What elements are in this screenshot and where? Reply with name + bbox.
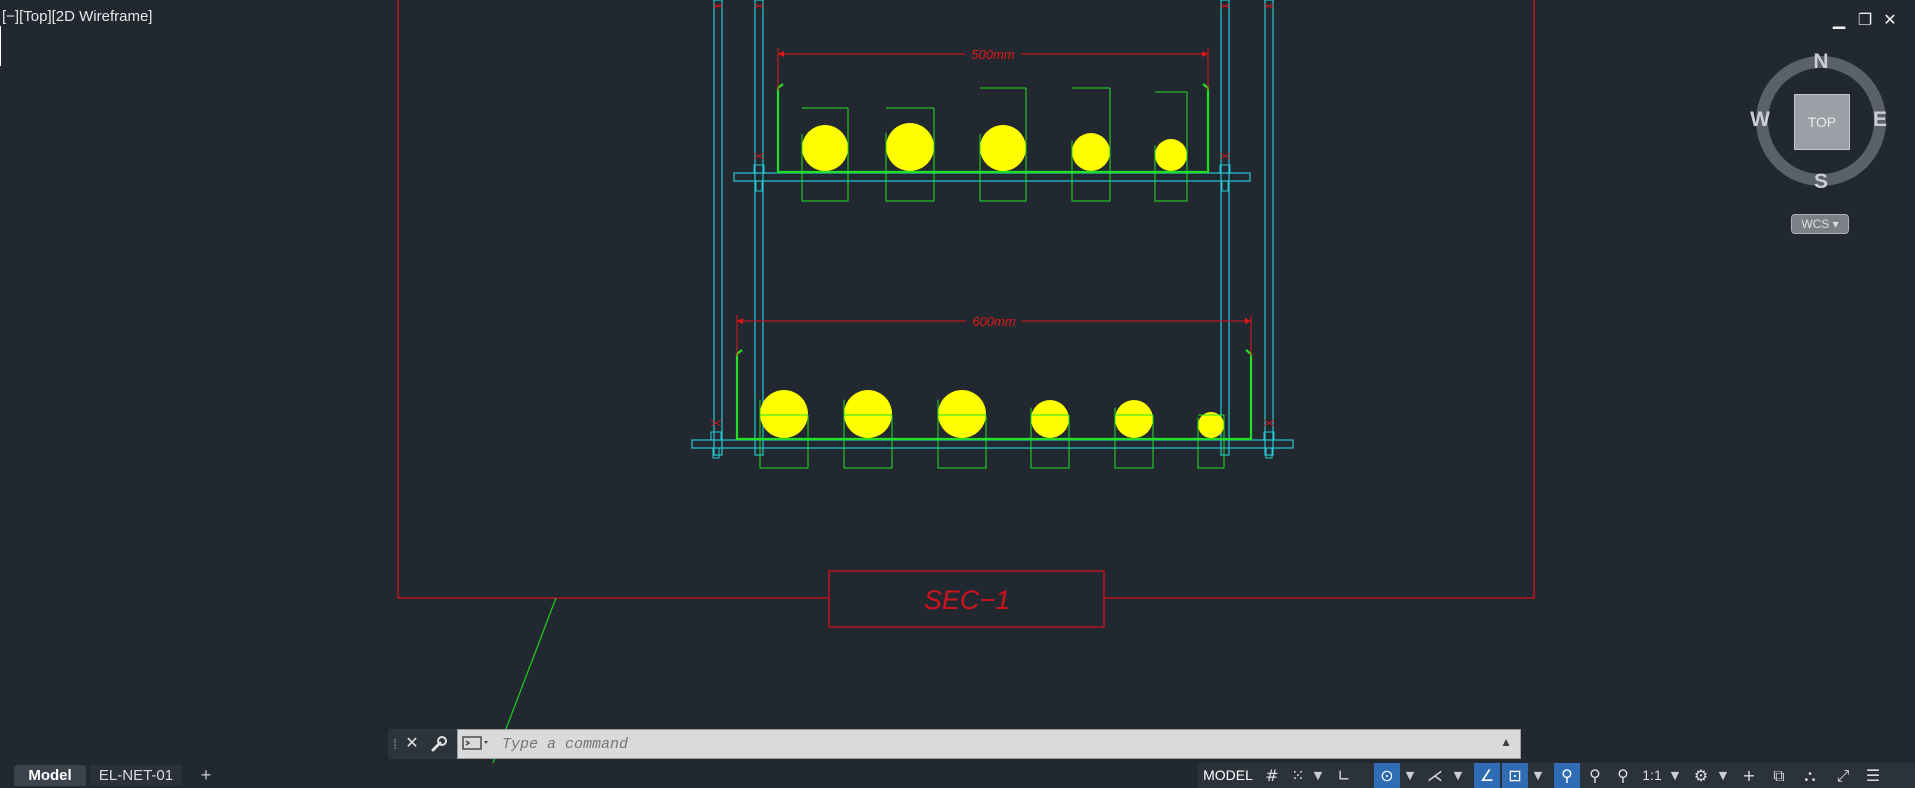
tray-support-channel: [733, 172, 1251, 182]
object-snap-dropdown-icon[interactable]: ▼: [1530, 763, 1546, 788]
workspace-gear-icon[interactable]: ⚙: [1688, 763, 1714, 788]
drawing-viewport[interactable]: SEC−1 500mm 600mm [−][Top][2D Wireframe] ▁…: [0, 0, 1915, 763]
tray-support-channel: [691, 439, 1294, 449]
tab-layout-el-net-01[interactable]: EL-NET-01: [90, 765, 182, 786]
close-icon[interactable]: ✕: [1880, 10, 1900, 30]
polar-tracking-icon[interactable]: ⊙: [1374, 763, 1400, 788]
rod-cross-mark: [710, 419, 722, 427]
cable: [980, 125, 1026, 171]
dimension-text: 600mm: [972, 314, 1016, 329]
viewcube-top-face[interactable]: TOP: [1794, 94, 1850, 150]
viewcube[interactable]: N S E W TOP: [1748, 50, 1894, 198]
cable: [760, 390, 808, 438]
cad-drawing[interactable]: SEC−1 500mm 600mm: [0, 0, 1915, 763]
isolate-objects-icon[interactable]: ⧉: [1766, 763, 1792, 788]
snap-icon[interactable]: ⁙: [1286, 763, 1310, 788]
rod-nut-mark: [1220, 3, 1230, 9]
annotation-scale-icon[interactable]: ⚲: [1610, 763, 1636, 788]
customization-menu-icon[interactable]: ☰: [1860, 763, 1886, 788]
annotation-monitor-icon[interactable]: +: [1736, 763, 1762, 788]
expand-history-icon[interactable]: ▲: [1500, 735, 1512, 749]
isodraft-dropdown-icon[interactable]: ▼: [1450, 763, 1466, 788]
restore-icon[interactable]: ❐: [1855, 10, 1875, 30]
rod-end: [1265, 447, 1273, 459]
workspace-dropdown-icon[interactable]: ▼: [1716, 763, 1730, 788]
scale-dropdown-icon[interactable]: ▼: [1668, 763, 1682, 788]
rod-nut: [710, 431, 722, 441]
object-snap-icon[interactable]: ⊡: [1502, 763, 1528, 788]
cable: [1072, 133, 1110, 171]
drawing-frame: [397, 0, 1535, 599]
snap-dropdown-icon[interactable]: ▼: [1310, 763, 1326, 788]
annotation-scale-value[interactable]: 1:1: [1638, 763, 1666, 788]
support-rod: [1264, 0, 1274, 456]
grid-icon[interactable]: #: [1260, 763, 1284, 788]
support-rod: [754, 0, 764, 456]
section-label: SEC−1: [924, 585, 1010, 615]
compass-east[interactable]: E: [1868, 108, 1892, 132]
support-rod: [1220, 0, 1230, 456]
rod-end: [1221, 180, 1229, 192]
auto-scale-icon[interactable]: ⚲: [1582, 763, 1608, 788]
command-history-icon[interactable]: [462, 734, 492, 754]
grip-icon[interactable]: ⁞: [390, 733, 400, 755]
compass-north[interactable]: N: [1809, 50, 1833, 74]
cable: [938, 390, 986, 438]
compass-south[interactable]: S: [1809, 170, 1833, 194]
command-input[interactable]: [502, 733, 1462, 755]
cable-tray: [735, 349, 1253, 441]
command-line[interactable]: ▲: [457, 729, 1521, 759]
clean-screen-icon[interactable]: ⤢: [1830, 763, 1856, 788]
compass-west[interactable]: W: [1748, 108, 1772, 132]
status-bar-tools: MODEL # ⁙ ▼ ∟ ⊙ ▼ ⋌ ▼ ∠ ⊡ ▼ ⚲ ⚲ ⚲ 1:1 ▼ …: [1198, 763, 1915, 788]
cable: [844, 390, 892, 438]
wcs-menu-button[interactable]: WCS ▾: [1791, 214, 1849, 234]
crosshair-cursor: [0, 26, 1, 66]
polar-dropdown-icon[interactable]: ▼: [1402, 763, 1418, 788]
object-snap-tracking-icon[interactable]: ∠: [1474, 763, 1500, 788]
cable: [1155, 139, 1187, 171]
rod-nut-mark: [1264, 3, 1274, 9]
dimension-text: 500mm: [971, 47, 1015, 62]
annotation-visibility-icon[interactable]: ⚲: [1554, 763, 1580, 788]
model-space-button[interactable]: MODEL: [1200, 763, 1256, 788]
support-rod: [713, 0, 723, 456]
tab-model[interactable]: Model: [14, 765, 86, 786]
isodraft-icon[interactable]: ⋌: [1422, 763, 1448, 788]
command-line-handle[interactable]: ⁞ ✕: [388, 729, 457, 759]
cable: [1115, 400, 1153, 438]
add-layout-button[interactable]: +: [190, 765, 222, 786]
ortho-icon[interactable]: ∟: [1332, 763, 1356, 788]
viewport-controls-label[interactable]: [−][Top][2D Wireframe]: [2, 8, 152, 25]
minimize-icon[interactable]: ▁: [1829, 10, 1849, 30]
cable: [1031, 400, 1069, 438]
command-close-icon[interactable]: ✕: [402, 733, 422, 755]
rod-nut-mark: [713, 3, 723, 9]
customize-wrench-icon[interactable]: [428, 733, 450, 755]
cable: [886, 123, 934, 171]
rod-nut-mark: [754, 3, 764, 9]
status-bar: Model EL-NET-01 + MODEL # ⁙ ▼ ∟ ⊙ ▼ ⋌ ▼ …: [0, 763, 1915, 788]
rod-end: [755, 180, 763, 192]
cable: [802, 125, 848, 171]
hardware-acceleration-icon[interactable]: ⛬: [1796, 763, 1824, 788]
cable: [1198, 412, 1224, 438]
